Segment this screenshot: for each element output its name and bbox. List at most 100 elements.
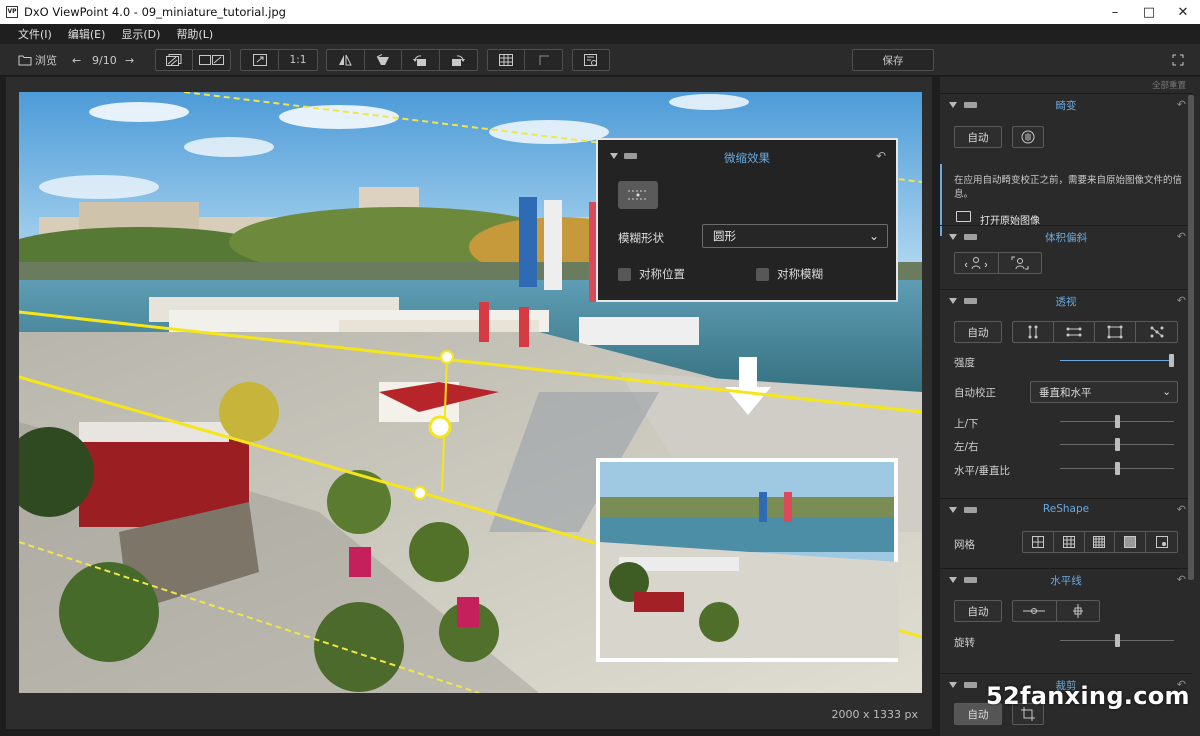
volume-horizontal-button[interactable] [955, 253, 999, 273]
maximize-button[interactable]: □ [1132, 0, 1166, 24]
browse-button[interactable]: 浏览 [18, 49, 57, 71]
side-by-side-button[interactable] [193, 50, 230, 70]
panel-settings-icon [584, 53, 597, 66]
settings-panel-button[interactable] [572, 49, 610, 71]
perspective-eight-point-button[interactable] [1136, 322, 1177, 342]
menu-file[interactable]: 文件(I) [18, 26, 52, 42]
grid-overlay-button[interactable] [488, 50, 525, 70]
updown-slider[interactable] [1060, 415, 1174, 429]
undo-icon[interactable]: ↶ [1177, 294, 1186, 307]
fullscreen-icon [1172, 54, 1184, 66]
split-view-icon [166, 54, 182, 66]
crop-overlay-button[interactable] [525, 50, 562, 70]
blur-shape-preset-button[interactable] [618, 181, 658, 209]
arrow-right-icon: → [125, 53, 135, 67]
image-viewer[interactable]: 微缩效果 ↶ 模糊形状 圆形 ⌄ 对称位置 对称模糊 2000 x 1333 p… [6, 77, 932, 729]
symmetric-position-checkbox[interactable]: 对称位置 [618, 266, 685, 282]
save-button[interactable]: 保存 [852, 49, 934, 71]
blur-shape-select[interactable]: 圆形 ⌄ [702, 224, 888, 248]
page-counter: 9/10 [92, 53, 117, 67]
horizon-level-button[interactable] [1013, 601, 1057, 621]
grid-2x2-icon [1031, 536, 1044, 548]
symmetric-position-label: 对称位置 [639, 267, 685, 281]
zoom-group: 1:1 [240, 49, 318, 71]
grid-4x4-button[interactable] [1085, 532, 1116, 552]
fit-to-screen-button[interactable] [241, 50, 279, 70]
rectangle-points-icon [1107, 325, 1123, 339]
rotate-left-button[interactable] [402, 50, 440, 70]
compare-before-after-button[interactable] [156, 50, 193, 70]
perspective-tool-button[interactable] [365, 50, 402, 70]
toolbar: 浏览 ← 9/10 → 1:1 保存 [0, 44, 1200, 76]
intensity-label: 强度 [954, 357, 975, 369]
intensity-slider[interactable] [1060, 354, 1174, 368]
site-watermark: 52fanxing.com [986, 682, 1190, 710]
rotate-slider[interactable] [1060, 634, 1174, 648]
symmetric-blur-checkbox[interactable]: 对称模糊 [756, 266, 823, 282]
undo-icon[interactable]: ↶ [876, 149, 886, 163]
chevron-down-icon: ⌄ [1162, 386, 1171, 398]
square-filled-icon [1124, 536, 1137, 548]
crop-corner-icon [538, 55, 549, 65]
grid-settings-button[interactable] [1146, 532, 1177, 552]
grid-3x3-button[interactable] [1054, 532, 1085, 552]
undo-icon[interactable]: ↶ [1177, 573, 1186, 586]
menu-edit[interactable]: 编辑(E) [68, 26, 106, 42]
checkbox-box[interactable] [756, 267, 769, 281]
undo-icon[interactable]: ↶ [1177, 503, 1186, 516]
reset-all-button[interactable]: 全部重置 [1152, 79, 1186, 91]
undo-icon[interactable]: ↶ [1177, 230, 1186, 243]
next-image-button[interactable]: → [125, 49, 134, 71]
volume-mode-group [954, 252, 1042, 274]
geometry-tools-group [326, 49, 478, 71]
blur-band-icon [628, 190, 648, 200]
ratio-slider[interactable] [1060, 462, 1174, 476]
lens-profile-button[interactable] [1012, 126, 1044, 148]
checkbox-box[interactable] [618, 267, 631, 281]
horizontal-lines-icon [1066, 327, 1082, 337]
volume-tool-button[interactable] [327, 50, 365, 70]
menu-view[interactable]: 显示(D) [121, 26, 160, 42]
horizon-mode-group [1012, 600, 1100, 622]
grid-hidden-button[interactable] [1115, 532, 1147, 552]
menu-help[interactable]: 帮助(L) [176, 26, 213, 42]
prev-image-button[interactable]: ← [72, 49, 81, 71]
distortion-note-text: 在应用自动畸变校正之前，需要来自原始图像文件的信息。 [954, 175, 1183, 200]
perspective-horizontal-button[interactable] [1054, 322, 1095, 342]
fullscreen-button[interactable] [1172, 49, 1184, 71]
grid-label: 网格 [954, 539, 975, 551]
rotate-right-button[interactable] [440, 50, 477, 70]
perspective-vertical-button[interactable] [1013, 322, 1054, 342]
grid-2x2-button[interactable] [1023, 532, 1054, 552]
horizon-auto-button[interactable]: 自动 [954, 600, 1002, 622]
rotate-label: 旋转 [954, 637, 975, 649]
close-button[interactable]: ✕ [1166, 0, 1200, 24]
auto-correct-select[interactable]: 垂直和水平 ⌄ [1030, 381, 1178, 403]
vertical-level-icon [1072, 604, 1083, 618]
volume-diagonal-button[interactable] [999, 253, 1042, 273]
minimize-button[interactable]: – [1098, 0, 1132, 24]
undo-icon[interactable]: ↶ [1177, 98, 1186, 111]
folder-icon [18, 55, 32, 65]
perspective-auto-button[interactable]: 自动 [954, 321, 1002, 343]
volume-title: 体积偏斜 [1045, 232, 1087, 244]
miniature-panel-title: 微缩效果 [724, 151, 770, 165]
perspective-rectangle-button[interactable] [1095, 322, 1136, 342]
panel-scrollbar[interactable] [1188, 95, 1194, 580]
browse-label: 浏览 [35, 54, 57, 67]
distortion-auto-button[interactable]: 自动 [954, 126, 1002, 148]
reshape-title: ReShape [1042, 503, 1090, 515]
person-diagonal-icon [1011, 256, 1029, 270]
vertical-lines-icon [1028, 325, 1038, 339]
leftright-slider[interactable] [1060, 438, 1174, 452]
zoom-100-button[interactable]: 1:1 [279, 50, 317, 70]
window-title: DxO ViewPoint 4.0 - 09_miniature_tutoria… [24, 5, 286, 19]
horizon-vertical-button[interactable] [1057, 601, 1100, 621]
distortion-section: 畸变 ↶ 自动 在应用自动畸变校正之前，需要来自原始图像文件的信息。 打开原始图… [940, 93, 1192, 236]
grid-4x4-icon [1093, 536, 1106, 548]
perspective-mode-group [1012, 321, 1178, 343]
eight-points-icon [1150, 326, 1163, 338]
auto-correct-label: 自动校正 [954, 387, 996, 399]
reshape-section: ReShape ↶ 网格 [940, 498, 1192, 568]
overlay-group [487, 49, 563, 71]
